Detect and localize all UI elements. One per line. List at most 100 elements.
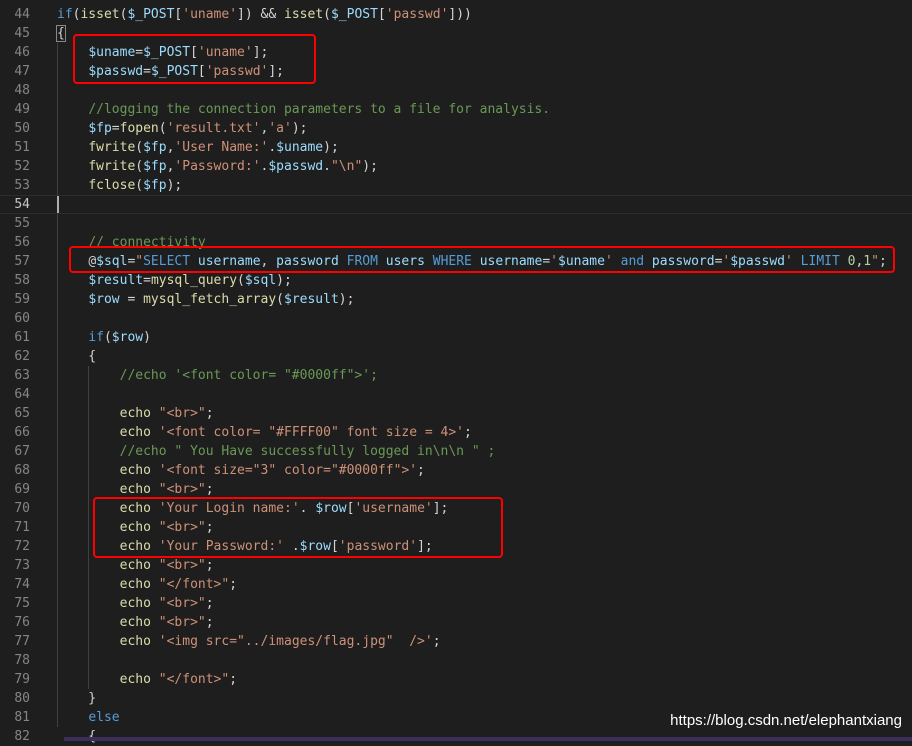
code-text: { bbox=[56, 24, 66, 43]
code-line[interactable]: 44 if(isset($_POST['uname']) && isset($_P… bbox=[0, 5, 912, 24]
code-line[interactable]: 53 fclose($fp); bbox=[0, 176, 912, 195]
code-line[interactable]: 74 echo "</font>"; bbox=[0, 575, 912, 594]
code-token: ) bbox=[143, 330, 151, 345]
code-token: FROM bbox=[346, 254, 378, 269]
code-token: fclose bbox=[88, 178, 136, 193]
code-token: if bbox=[88, 330, 104, 345]
code-token: 'result.txt' bbox=[166, 121, 261, 136]
line-number: 74 bbox=[14, 577, 30, 592]
code-line[interactable]: 72 echo 'Your Password:' .$row['password… bbox=[0, 537, 912, 556]
code-line[interactable]: 51 fwrite($fp,'User Name:'.$uname); bbox=[0, 138, 912, 157]
code-token: $result bbox=[284, 292, 339, 307]
code-token: 'password' bbox=[338, 539, 418, 554]
code-line[interactable]: 76 echo "<br>"; bbox=[0, 613, 912, 632]
code-text: //echo " You Have successfully logged in… bbox=[57, 442, 496, 461]
code-token: echo bbox=[119, 672, 151, 687]
code-line[interactable]: 67 //echo " You Have successfully logged… bbox=[0, 442, 912, 461]
code-text: $passwd=$_POST['passwd']; bbox=[57, 62, 284, 81]
code-line[interactable]: 49 //logging the connection parameters t… bbox=[0, 100, 912, 119]
code-text: $result=mysql_query($sql); bbox=[57, 271, 292, 290]
code-line[interactable]: 80 } bbox=[0, 689, 912, 708]
code-line[interactable]: 62 { bbox=[0, 347, 912, 366]
code-token: { bbox=[56, 25, 66, 42]
code-line[interactable]: 61 if($row) bbox=[0, 328, 912, 347]
code-line[interactable]: 50 $fp=fopen('result.txt','a'); bbox=[0, 119, 912, 138]
line-number: 54 bbox=[14, 197, 30, 212]
code-token: $uname bbox=[558, 254, 605, 269]
code-token: ); bbox=[338, 292, 355, 307]
code-line[interactable]: 45 { bbox=[0, 24, 912, 43]
code-line[interactable]: 64 bbox=[0, 385, 912, 404]
code-token: password bbox=[268, 254, 347, 269]
code-token: = bbox=[143, 64, 151, 79]
code-line[interactable]: 65 echo "<br>"; bbox=[0, 404, 912, 423]
code-editor[interactable]: 44 if(isset($_POST['uname']) && isset($_P… bbox=[0, 0, 912, 744]
code-text: { bbox=[57, 347, 96, 366]
line-number: 51 bbox=[14, 140, 30, 155]
code-text: if($row) bbox=[57, 328, 151, 347]
code-line[interactable]: 54 bbox=[0, 195, 912, 214]
code-token: echo bbox=[119, 558, 151, 573]
code-token: . bbox=[323, 159, 331, 174]
code-token: 'Password:' bbox=[174, 159, 261, 174]
code-line[interactable]: 55 bbox=[0, 214, 912, 233]
code-token: users bbox=[377, 254, 433, 269]
code-line[interactable]: 66 echo '<font color= "#FFFF00" font siz… bbox=[0, 423, 912, 442]
code-line[interactable]: 58 $result=mysql_query($sql); bbox=[0, 271, 912, 290]
line-number: 49 bbox=[14, 102, 30, 117]
code-token: 'uname' bbox=[197, 45, 253, 60]
code-token: 'username' bbox=[354, 501, 433, 516]
code-token: ; bbox=[205, 406, 214, 421]
code-token: $fp bbox=[143, 159, 167, 174]
line-number: 46 bbox=[14, 45, 30, 60]
code-token: and bbox=[612, 254, 645, 269]
code-line[interactable]: 63 //echo '<font color= "#0000ff">'; bbox=[0, 366, 912, 385]
code-line[interactable]: 56 // connectivity bbox=[0, 233, 912, 252]
code-line[interactable]: 78 bbox=[0, 651, 912, 670]
code-text: $uname=$_POST['uname']; bbox=[57, 43, 268, 62]
code-line[interactable]: 46 $uname=$_POST['uname']; bbox=[0, 43, 912, 62]
code-line[interactable]: 48 bbox=[0, 81, 912, 100]
code-line[interactable]: 59 $row = mysql_fetch_array($result); bbox=[0, 290, 912, 309]
code-line[interactable]: 47 $passwd=$_POST['passwd']; bbox=[0, 62, 912, 81]
code-token: ]; bbox=[417, 539, 433, 554]
code-token: ( bbox=[237, 273, 245, 288]
code-line[interactable]: 52 fwrite($fp,'Password:'.$passwd."\n"); bbox=[0, 157, 912, 176]
code-token: "<br>" bbox=[158, 482, 206, 497]
code-token: SELECT bbox=[143, 254, 191, 269]
code-token: . bbox=[299, 501, 316, 516]
line-number: 53 bbox=[14, 178, 30, 193]
code-line[interactable]: 79 echo "</font>"; bbox=[0, 670, 912, 689]
code-line[interactable]: 70 echo 'Your Login name:'. $row['userna… bbox=[0, 499, 912, 518]
code-text: echo "<br>"; bbox=[57, 404, 214, 423]
code-token: ' bbox=[785, 254, 793, 269]
code-line[interactable]: 57 @$sql="SELECT username, password FROM… bbox=[0, 252, 912, 271]
code-line[interactable]: 69 echo "<br>"; bbox=[0, 480, 912, 499]
line-number: 72 bbox=[14, 539, 30, 554]
code-token: "</font>" bbox=[158, 577, 230, 592]
code-token: [ bbox=[197, 64, 206, 79]
code-line[interactable]: 60 bbox=[0, 309, 912, 328]
line-number: 63 bbox=[14, 368, 30, 383]
code-token: LIMIT bbox=[792, 254, 840, 269]
code-line[interactable]: 68 echo '<font size="3" color="#0000ff">… bbox=[0, 461, 912, 480]
code-line[interactable]: 71 echo "<br>"; bbox=[0, 518, 912, 537]
code-token: else bbox=[88, 710, 120, 725]
code-line[interactable]: 75 echo "<br>"; bbox=[0, 594, 912, 613]
code-token: ]; bbox=[252, 45, 269, 60]
line-number: 70 bbox=[14, 501, 30, 516]
code-line[interactable]: 77 echo '<img src="../images/flag.jpg" /… bbox=[0, 632, 912, 651]
code-line[interactable]: 73 echo "<br>"; bbox=[0, 556, 912, 575]
line-number: 48 bbox=[14, 83, 30, 98]
code-token: echo bbox=[119, 634, 151, 649]
horizontal-scrollbar[interactable] bbox=[64, 737, 912, 741]
